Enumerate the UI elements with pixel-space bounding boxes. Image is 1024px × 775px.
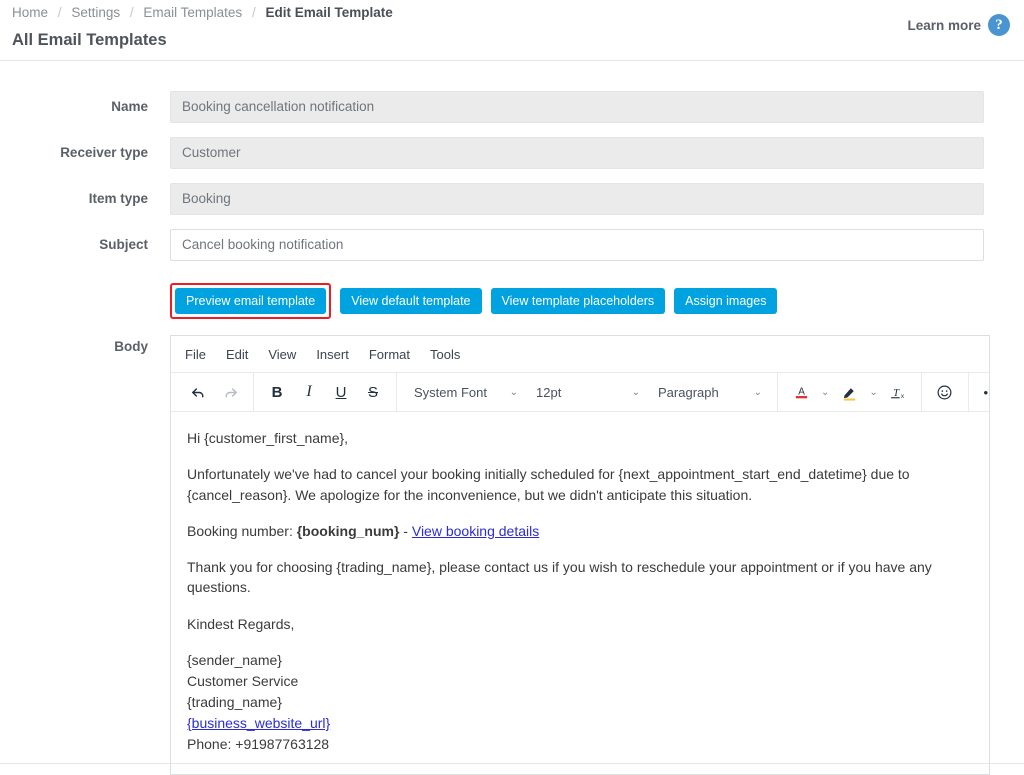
signature-website-link[interactable]: {business_website_url} [187, 715, 330, 731]
subject-input[interactable]: Cancel booking notification [170, 229, 984, 261]
strikethrough-button[interactable]: S [359, 378, 387, 406]
italic-button[interactable]: I [295, 378, 323, 406]
booking-dash: - [399, 522, 412, 539]
receiver-type-field[interactable]: Customer [170, 137, 984, 169]
font-size-select[interactable]: 12pt ⌄ [528, 378, 646, 406]
breadcrumb-item-settings[interactable]: Settings [71, 5, 120, 20]
menu-item-insert[interactable]: Insert [316, 347, 349, 362]
email-template-form: Name Booking cancellation notification R… [0, 61, 1024, 775]
booking-number-label: Booking number: [187, 522, 297, 539]
toolbar-group-fonts: System Font ⌄ 12pt ⌄ Paragraph ⌄ [397, 373, 778, 411]
menu-item-format[interactable]: Format [369, 347, 410, 362]
label-receiver-type: Receiver type [60, 145, 148, 160]
editor-content-area[interactable]: Hi {customer_first_name}, Unfortunately … [171, 412, 989, 774]
template-action-buttons: Preview email template View default temp… [170, 283, 1024, 319]
editor-signature-block: {sender_name} Customer Service {trading_… [187, 650, 975, 755]
chevron-down-icon: ⌄ [631, 386, 640, 398]
preview-email-template-button[interactable]: Preview email template [175, 288, 327, 314]
font-size-value: 12pt [536, 384, 562, 400]
form-row-item-type: Item type Booking [0, 183, 1024, 215]
signature-trading-name: {trading_name} [187, 694, 282, 711]
view-default-template-button[interactable]: View default template [340, 288, 482, 314]
label-subject: Subject [99, 237, 148, 252]
editor-closing: Kindest Regards, [187, 615, 295, 632]
label-item-type: Item type [88, 191, 148, 206]
item-type-field[interactable]: Booking [170, 183, 984, 215]
editor-toolbar: B I U S System Font ⌄ 12pt ⌄ Paragraph ⌄… [171, 373, 989, 412]
label-name: Name [111, 99, 148, 114]
signature-phone: Phone: +91987763128 [187, 736, 330, 753]
chevron-down-icon: ⌄ [509, 386, 518, 398]
page-bottom-divider [0, 763, 1024, 764]
learn-more-link[interactable]: Learn more ? [907, 14, 1010, 36]
emoji-icon[interactable] [931, 378, 959, 406]
name-field[interactable]: Booking cancellation notification [170, 91, 984, 123]
form-row-subject: Subject Cancel booking notification [0, 229, 1024, 261]
font-family-select[interactable]: System Font ⌄ [406, 378, 524, 406]
editor-menubar: File Edit View Insert Format Tools [171, 336, 989, 373]
svg-text:A: A [798, 386, 805, 397]
toolbar-group-text-style: B I U S [254, 373, 397, 411]
undo-arrow-icon[interactable] [184, 378, 212, 406]
editor-booking-line: Booking number: {booking_num} - View boo… [187, 521, 975, 541]
breadcrumb-item-email-templates[interactable]: Email Templates [143, 5, 242, 20]
text-color-icon[interactable]: A [787, 378, 815, 406]
highlight-color-icon[interactable] [835, 378, 863, 406]
signature-role: Customer Service [187, 673, 299, 690]
more-options-icon[interactable]: ••• [978, 378, 989, 406]
toolbar-group-emoji [922, 373, 969, 411]
view-booking-details-link[interactable]: View booking details [412, 523, 539, 539]
menu-item-tools[interactable]: Tools [430, 347, 460, 362]
editor-paragraph-2: Thank you for choosing {trading_name}, p… [187, 559, 932, 596]
toolbar-group-colors: A ⌄ ⌄ T x [778, 373, 922, 411]
booking-number-placeholder: {booking_num} [296, 522, 400, 539]
toolbar-group-more: ••• [969, 373, 989, 411]
rich-text-editor: File Edit View Insert Format Tools B I U… [170, 335, 990, 775]
redo-arrow-icon[interactable] [216, 378, 244, 406]
clear-formatting-icon[interactable]: T x [884, 378, 912, 406]
form-row-receiver-type: Receiver type Customer [0, 137, 1024, 169]
breadcrumb: Home / Settings / Email Templates / Edit… [12, 5, 393, 20]
question-mark-circle-icon[interactable]: ? [988, 14, 1010, 36]
text-color-chevron-down-icon[interactable]: ⌄ [819, 387, 831, 398]
menu-item-view[interactable]: View [268, 347, 296, 362]
form-row-name: Name Booking cancellation notification [0, 91, 1024, 123]
chevron-down-icon: ⌄ [753, 386, 762, 398]
breadcrumb-separator: / [129, 5, 134, 20]
breadcrumb-separator: / [251, 5, 256, 20]
view-template-placeholders-button[interactable]: View template placeholders [490, 288, 666, 314]
editor-greeting: Hi {customer_first_name}, [187, 430, 349, 446]
menu-item-file[interactable]: File [185, 347, 206, 362]
assign-images-button[interactable]: Assign images [674, 288, 778, 314]
learn-more-label: Learn more [907, 17, 981, 33]
form-row-body: Body File Edit View Insert Format Tools [0, 335, 1024, 775]
signature-sender-name: {sender_name} [187, 652, 282, 669]
underline-button[interactable]: U [327, 378, 355, 406]
label-body: Body [114, 339, 148, 354]
toolbar-group-history [175, 373, 254, 411]
preview-email-template-highlight: Preview email template [170, 283, 332, 319]
block-format-value: Paragraph [658, 384, 719, 400]
breadcrumb-item-home[interactable]: Home [12, 5, 48, 20]
breadcrumb-item-edit-email-template: Edit Email Template [265, 5, 393, 20]
svg-text:x: x [901, 393, 905, 400]
page-header: Home / Settings / Email Templates / Edit… [0, 0, 1024, 61]
block-format-select[interactable]: Paragraph ⌄ [650, 378, 768, 406]
editor-paragraph-1: Unfortunately we've had to cancel your b… [187, 466, 910, 503]
highlight-color-chevron-down-icon[interactable]: ⌄ [867, 387, 879, 398]
page-title: All Email Templates [12, 31, 167, 49]
menu-item-edit[interactable]: Edit [226, 347, 248, 362]
bold-button[interactable]: B [263, 378, 291, 406]
font-family-value: System Font [414, 384, 487, 400]
breadcrumb-separator: / [57, 5, 62, 20]
